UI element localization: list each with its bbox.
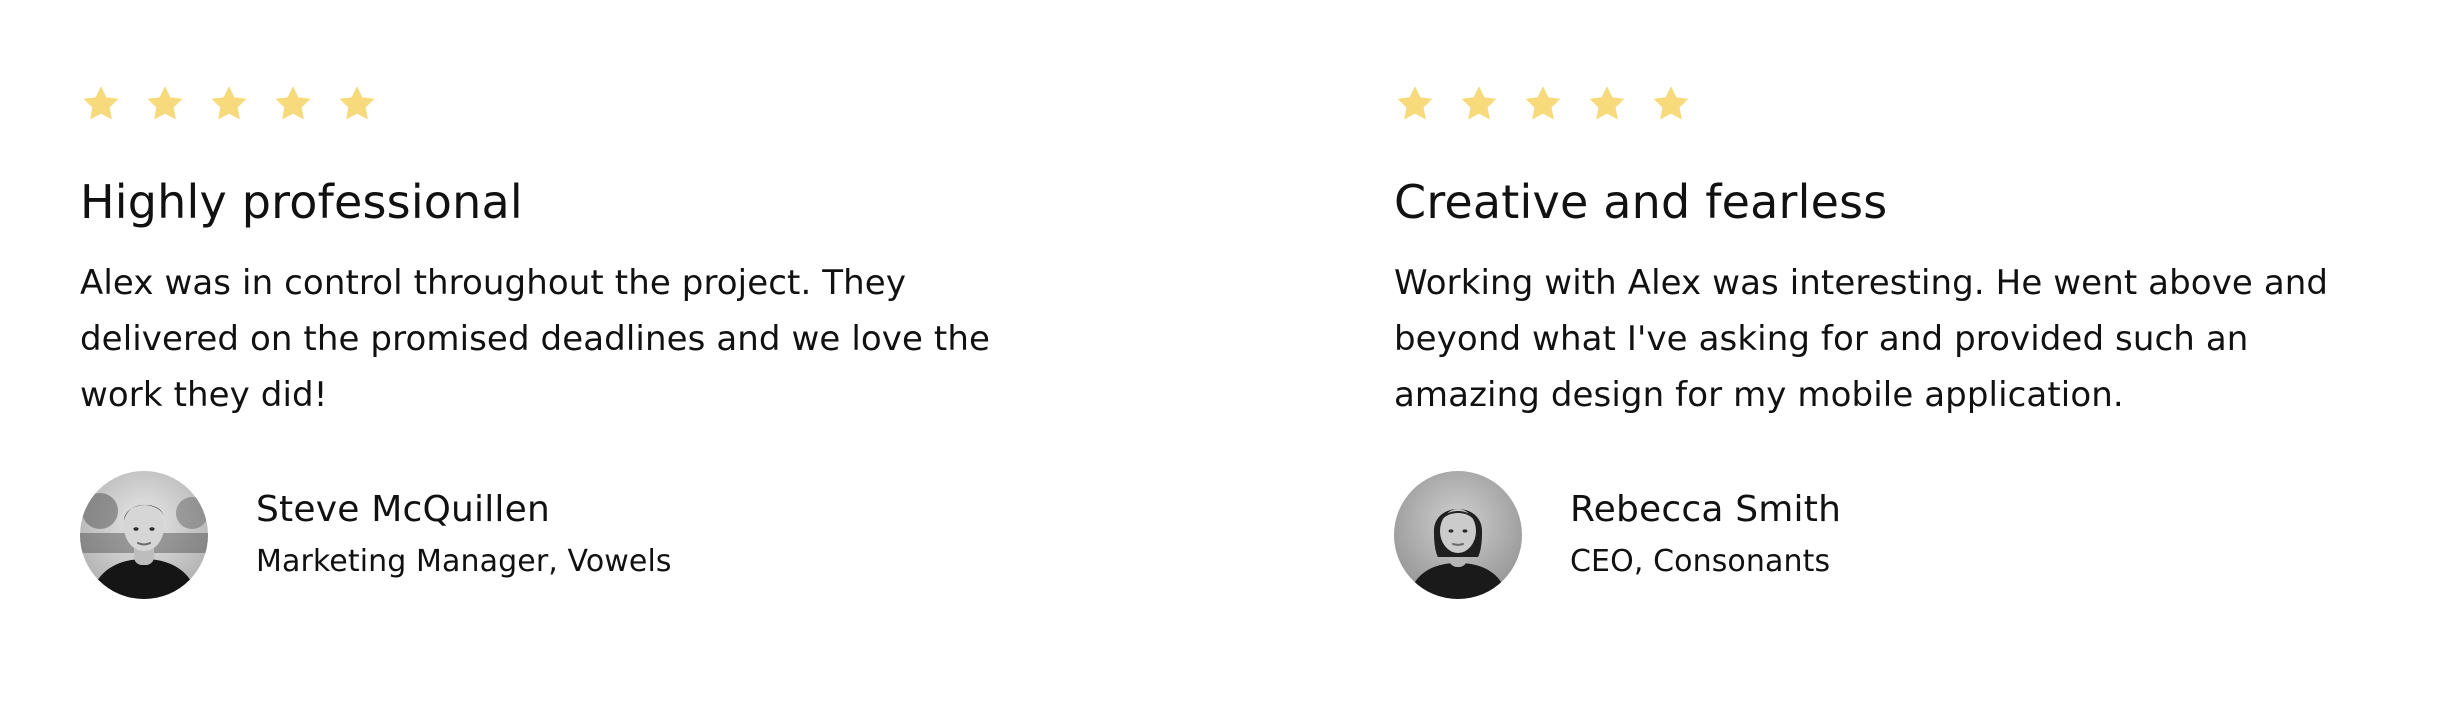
- testimonial-author: Steve McQuillen Marketing Manager, Vowel…: [80, 470, 1100, 599]
- author-name: Steve McQuillen: [256, 488, 550, 530]
- author-name: Rebecca Smith: [1570, 488, 1842, 530]
- star-icon: [1394, 83, 1436, 125]
- star-rating: [80, 80, 1100, 128]
- star-icon: [1650, 83, 1692, 125]
- star-rating: [1394, 80, 2414, 128]
- testimonial-body: Alex was in control throughout the proje…: [80, 262, 991, 415]
- testimonials-section: Highly professional Alex was in control …: [0, 0, 2464, 720]
- star-icon: [1458, 83, 1500, 125]
- author-role: Marketing Manager, Vowels: [256, 543, 672, 579]
- author-role: CEO, Consonants: [1570, 543, 1831, 579]
- testimonial-card: Creative and fearless Working with Alex …: [1394, 80, 2414, 599]
- author-details: Rebecca Smith CEO, Consonants: [1570, 488, 1841, 582]
- testimonial-card: Highly professional Alex was in control …: [80, 80, 1100, 599]
- author-details: Steve McQuillen Marketing Manager, Vowel…: [256, 488, 672, 582]
- star-icon: [1522, 83, 1564, 125]
- testimonial-body: Working with Alex was interesting. He we…: [1394, 262, 2329, 415]
- testimonial-title: Creative and fearless: [1394, 175, 1888, 229]
- testimonial-author: Rebecca Smith CEO, Consonants: [1394, 470, 2414, 599]
- star-icon: [336, 83, 378, 125]
- person-avatar-icon: [1394, 470, 1522, 599]
- star-icon: [144, 83, 186, 125]
- star-icon: [208, 83, 250, 125]
- person-avatar-icon: [80, 470, 208, 599]
- star-icon: [272, 83, 314, 125]
- star-icon: [1586, 83, 1628, 125]
- star-icon: [80, 83, 122, 125]
- testimonial-title: Highly professional: [80, 175, 523, 229]
